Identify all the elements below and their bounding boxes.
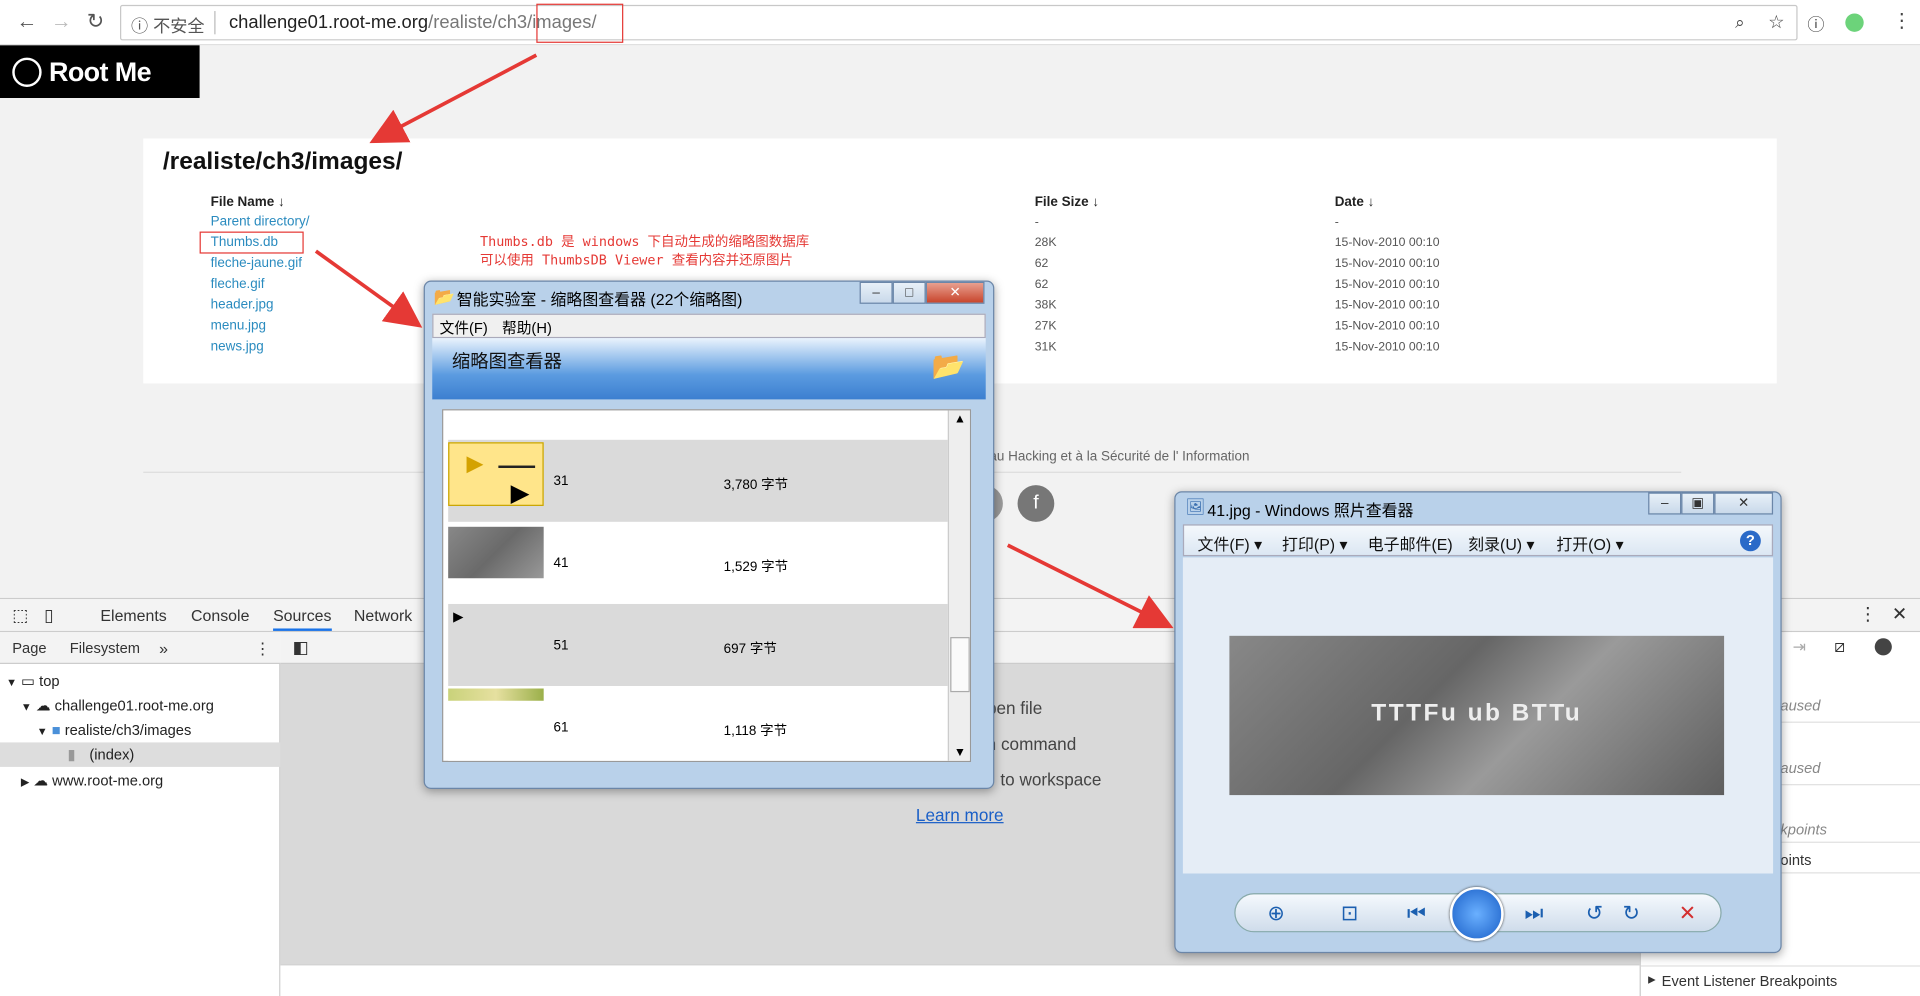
annotation-arrows bbox=[314, 53, 1174, 629]
arrow-to-photo bbox=[1006, 543, 1174, 629]
screenshot: ← → ↻ ⓘ 不安全 challenge01.root-me.org/real… bbox=[0, 0, 1920, 996]
arrow-to-viewer bbox=[314, 249, 423, 328]
arrow-to-path bbox=[369, 53, 538, 144]
